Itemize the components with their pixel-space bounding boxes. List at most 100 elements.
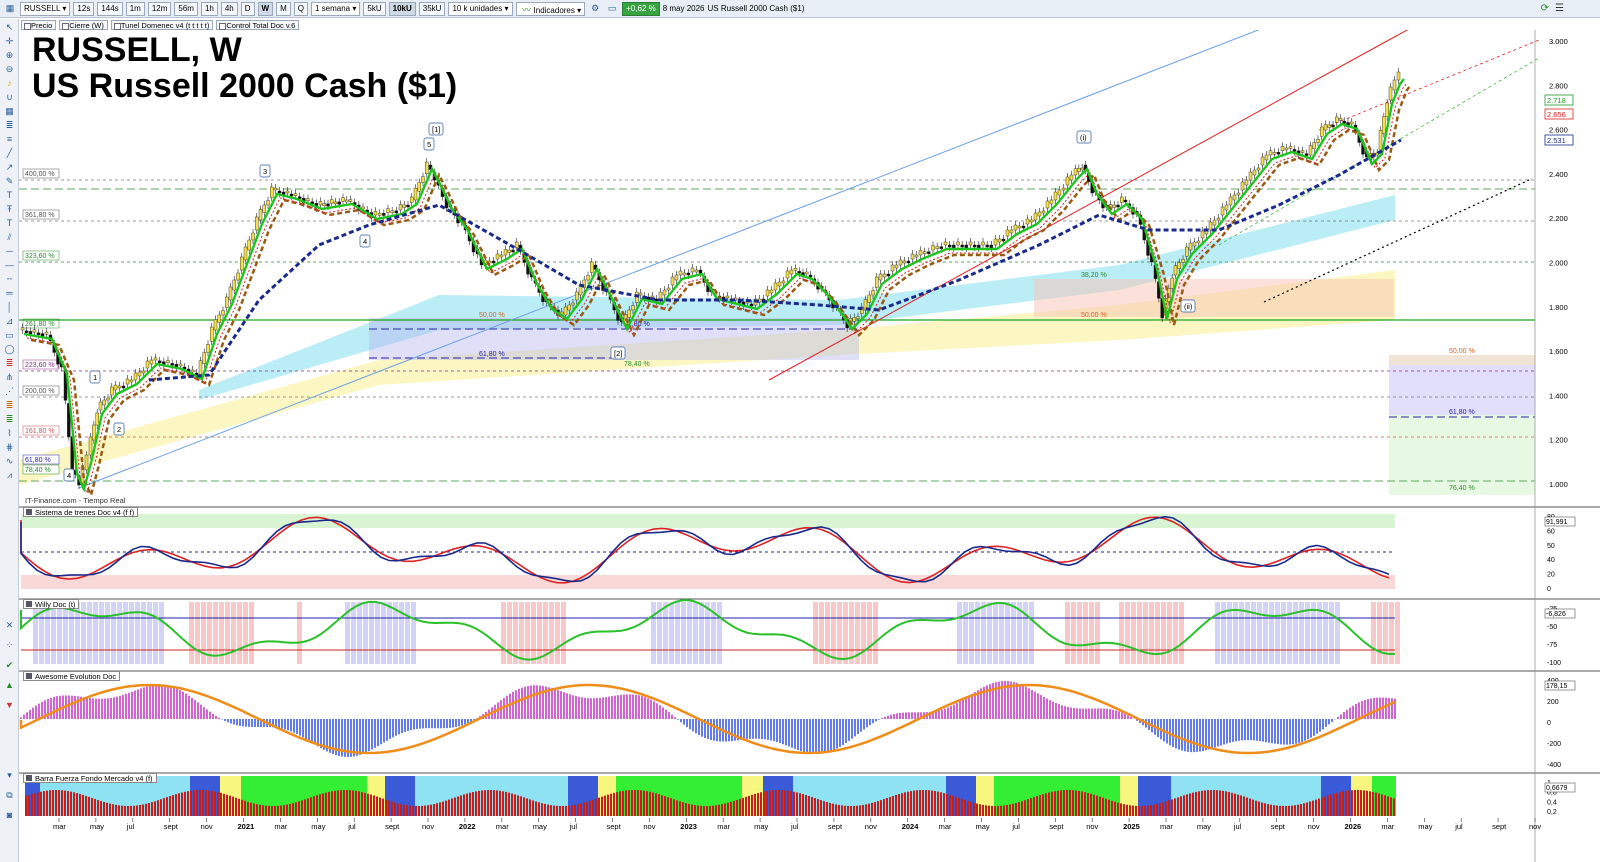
camera-icon[interactable]: ◙: [3, 809, 16, 821]
fib-icon[interactable]: ≣: [3, 119, 16, 131]
timeframe-4h[interactable]: 4h: [220, 1, 238, 16]
barra-bar: [478, 790, 480, 816]
fan-icon[interactable]: ⋰: [3, 385, 16, 397]
chip-cierre[interactable]: Cierre (W): [59, 19, 108, 30]
unit-10ku[interactable]: 10kU: [388, 1, 416, 16]
vline-icon[interactable]: │: [3, 301, 16, 313]
indicators-button[interactable]: 〰 Indicadores ▾: [515, 1, 586, 16]
chart-type-icon[interactable]: ▦: [3, 2, 17, 16]
label-icon[interactable]: T: [3, 217, 16, 229]
barra-bar: [1201, 790, 1203, 816]
barra-bar: [1051, 791, 1053, 816]
timeframe-1m[interactable]: 1m: [125, 1, 145, 16]
symbol-select[interactable]: RUSSELL ▾: [20, 1, 71, 16]
delete-icon[interactable]: ✕: [3, 619, 16, 631]
levels-icon[interactable]: ≡: [3, 133, 16, 145]
timeframe-m[interactable]: M: [276, 1, 291, 16]
hline-icon[interactable]: ─: [3, 245, 16, 257]
refresh-icon[interactable]: ⟳: [1541, 3, 1549, 14]
chart-canvas[interactable]: 400,00 %361,80 %323,60 %261,80 %223,60 %…: [19, 30, 1600, 862]
timeframe-q[interactable]: Q: [293, 1, 308, 16]
menu-icon[interactable]: ☰: [1555, 3, 1564, 14]
gann-icon[interactable]: ⋕: [3, 441, 16, 453]
willy-bar: [705, 602, 710, 664]
timeframe-56m[interactable]: 56m: [174, 1, 198, 16]
pane-title-willy[interactable]: Willy Doc (t): [23, 599, 80, 609]
check-icon[interactable]: ✔: [3, 659, 16, 671]
timeframe-d[interactable]: D: [240, 1, 255, 16]
timeframe-12m[interactable]: 12m: [147, 1, 172, 16]
barra-bar: [1039, 795, 1041, 816]
period-select[interactable]: 1 semana ▾: [311, 1, 361, 16]
line-icon[interactable]: ╱: [3, 147, 16, 159]
pane-tag: 178,15: [1546, 683, 1568, 690]
timeframe-144s[interactable]: 144s: [97, 1, 123, 16]
barra-bar: [394, 802, 396, 816]
pen-icon[interactable]: ✎: [3, 175, 16, 187]
timeframe-w[interactable]: W: [257, 1, 274, 16]
settings-icon[interactable]: ⚙: [588, 2, 602, 16]
pane-title-trenes[interactable]: Sistema de trenes Doc v4 (f f): [23, 507, 139, 517]
bell-icon[interactable]: ♪: [3, 77, 16, 89]
barra-bar: [841, 805, 843, 816]
fib-orange-icon[interactable]: ≣: [3, 399, 16, 411]
chip-precio[interactable]: Precio: [21, 19, 57, 30]
channel-icon[interactable]: ⫽: [3, 231, 16, 243]
ruler-icon[interactable]: ⊿: [3, 315, 16, 327]
candle-body: [1331, 124, 1335, 128]
candle-body: [1049, 199, 1054, 205]
candle-body: [1292, 149, 1297, 152]
wave-icon[interactable]: ∿: [3, 455, 16, 467]
collapse-icon[interactable]: ▾: [3, 769, 16, 781]
ray-icon[interactable]: —: [3, 259, 16, 271]
thumb-up-icon[interactable]: ▲: [3, 679, 16, 691]
elliott-icon[interactable]: ⩘: [3, 469, 16, 481]
pitchfork-icon[interactable]: ⋔: [3, 371, 16, 383]
candle-body: [337, 201, 341, 205]
layers-icon[interactable]: ⧉: [3, 789, 16, 801]
unit-35ku[interactable]: 35kU: [418, 1, 446, 16]
fib-red-icon[interactable]: ≣: [3, 357, 16, 369]
grid-icon[interactable]: ▦: [3, 105, 16, 117]
zoom-in-icon[interactable]: ⊕: [3, 49, 16, 61]
chip-tunel[interactable]: Tunel Domenec v4 (t t t t t): [110, 19, 214, 30]
cursor-icon[interactable]: ↖: [3, 21, 16, 33]
zoom-out-icon[interactable]: ⊖: [3, 63, 16, 75]
compare-icon[interactable]: ▭: [605, 2, 619, 16]
candle-body: [1244, 179, 1249, 186]
fib-label-left: 361,80 %: [25, 212, 55, 219]
unit-5ku[interactable]: 5kU: [363, 1, 386, 16]
candle-body: [178, 363, 183, 367]
magnet-icon[interactable]: ∪: [3, 91, 16, 103]
overbought-zone: [21, 514, 1395, 528]
parallel-icon[interactable]: ═: [3, 287, 16, 299]
pane-title-barra[interactable]: Barra Fuerza Fondo Mercado v4 (f): [23, 773, 157, 783]
fib-green-icon[interactable]: ≣: [3, 413, 16, 425]
willy-bar: [249, 602, 254, 664]
barra-bar: [898, 794, 900, 816]
x-label: mar: [1381, 822, 1394, 831]
arrow-icon[interactable]: ↗: [3, 161, 16, 173]
thumb-down-icon[interactable]: ▼: [3, 699, 16, 711]
segment-icon[interactable]: ╌: [3, 273, 16, 285]
rect-icon[interactable]: ▭: [3, 329, 16, 341]
red-channel-dash: [1318, 39, 1540, 131]
barra-bar: [721, 804, 723, 816]
barra-bar: [163, 798, 165, 816]
dots-icon[interactable]: ⁘: [3, 639, 16, 651]
crosshair-icon[interactable]: ✛: [3, 35, 16, 47]
price-tag: 2.531: [1547, 136, 1566, 145]
pane-title-awesome[interactable]: Awesome Evolution Doc: [23, 671, 121, 681]
barra-bar: [274, 805, 276, 816]
timeframe-1h[interactable]: 1h: [200, 1, 218, 16]
text-icon[interactable]: T: [3, 189, 16, 201]
candle-body: [871, 290, 875, 296]
cycle-icon[interactable]: ⌇: [3, 427, 16, 439]
text-box-icon[interactable]: Ŧ: [3, 203, 16, 215]
chip-control-total[interactable]: Control Total Doc v.6: [216, 19, 300, 30]
ellipse-icon[interactable]: ◯: [3, 343, 16, 355]
unit-select[interactable]: 10 k unidades ▾: [448, 1, 513, 16]
barra-bar: [253, 803, 255, 816]
candle-body: [106, 397, 110, 401]
timeframe-12s[interactable]: 12s: [73, 1, 95, 16]
